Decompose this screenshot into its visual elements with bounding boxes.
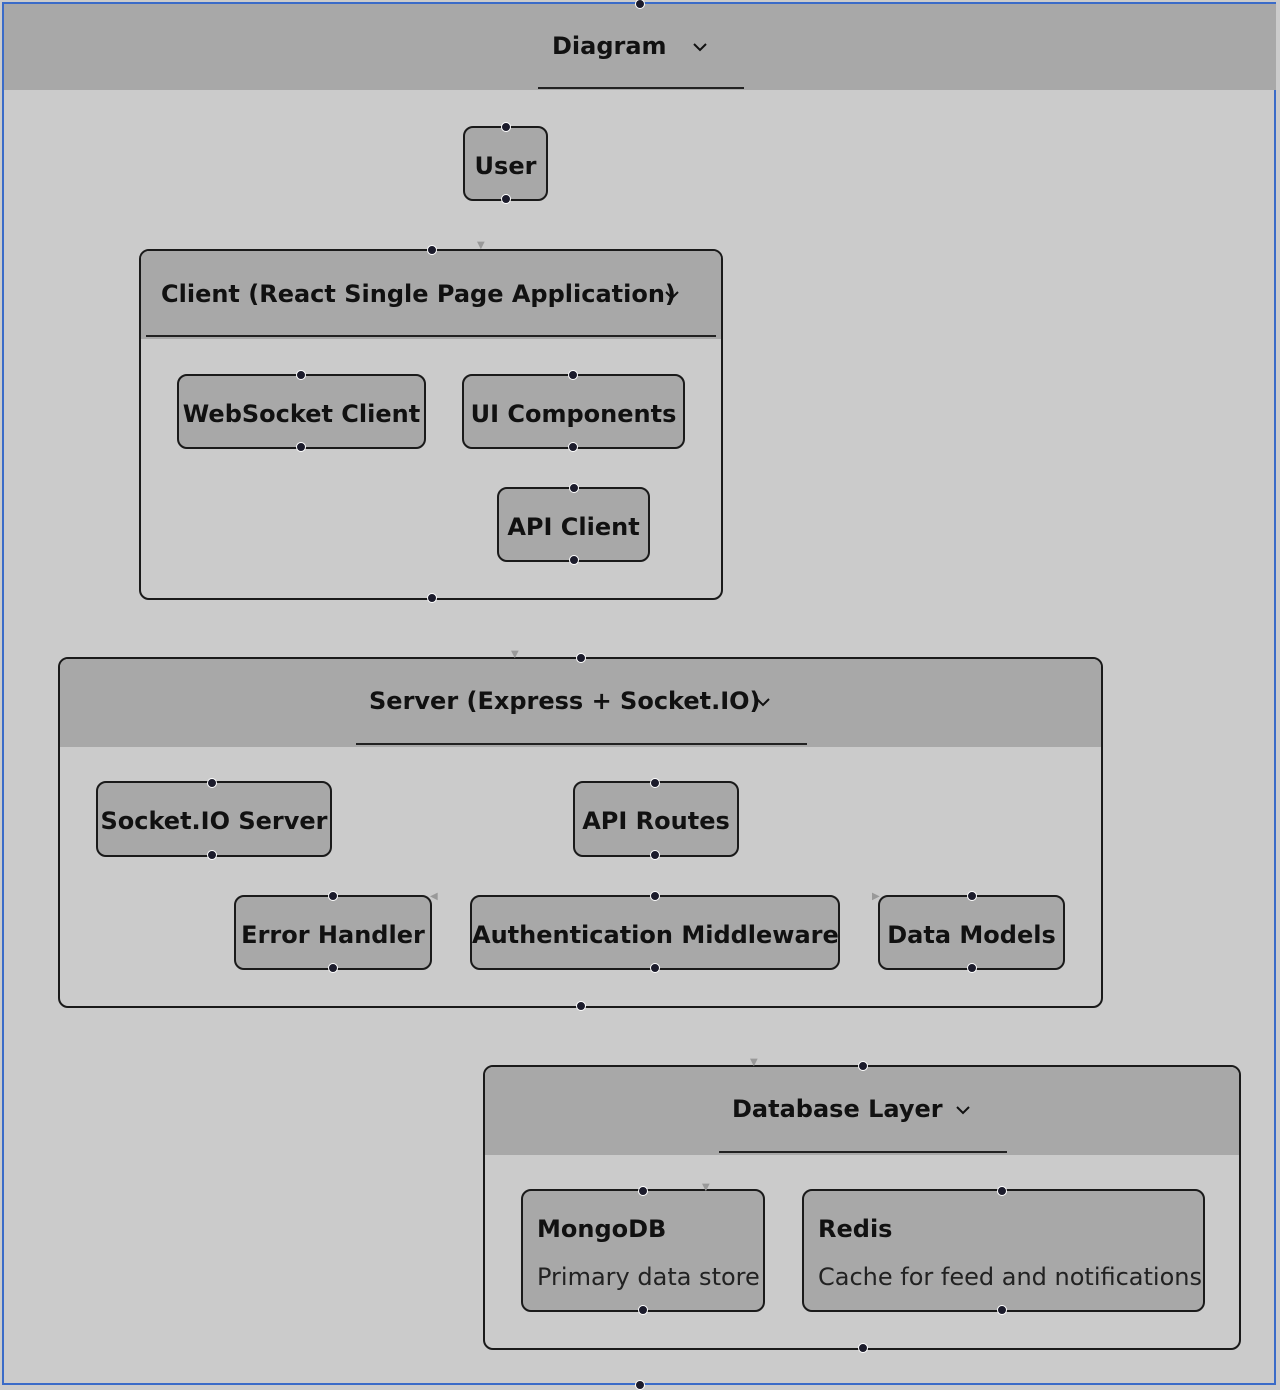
user-port-top[interactable]	[501, 122, 511, 132]
socketio-port-top[interactable]	[207, 778, 217, 788]
websocket-client-label: WebSocket Client	[182, 400, 421, 428]
routes-port-top[interactable]	[650, 778, 660, 788]
chevron-down-icon[interactable]	[953, 1100, 973, 1120]
socketio-server-label: Socket.IO Server	[100, 807, 328, 835]
ui-components-node[interactable]: UI Components	[462, 374, 685, 449]
server-port-bottom[interactable]	[576, 1001, 586, 1011]
authentication-middleware-label: Authentication Middleware	[472, 921, 839, 949]
redis-title: Redis	[818, 1215, 893, 1243]
chevron-down-icon[interactable]	[690, 37, 710, 57]
server-group-underline	[356, 743, 807, 745]
authentication-middleware-node[interactable]: Authentication Middleware	[470, 895, 840, 970]
database-group-title: Database Layer	[732, 1095, 943, 1123]
mongodb-port-bottom[interactable]	[638, 1305, 648, 1315]
api-client-port-bottom[interactable]	[569, 555, 579, 565]
arrowhead-fragment: ◀	[430, 891, 438, 902]
api-client-node[interactable]: API Client	[497, 487, 650, 562]
client-port-top[interactable]	[427, 245, 437, 255]
ui-port-bottom[interactable]	[568, 442, 578, 452]
chevron-down-icon[interactable]	[662, 285, 682, 305]
data-models-node[interactable]: Data Models	[878, 895, 1065, 970]
mongodb-description: Primary data store	[537, 1263, 760, 1291]
server-group-title: Server (Express + Socket.IO)	[369, 687, 761, 715]
api-client-label: API Client	[507, 513, 640, 541]
ui-components-label: UI Components	[470, 400, 677, 428]
socketio-server-node[interactable]: Socket.IO Server	[96, 781, 332, 857]
routes-port-bottom[interactable]	[650, 850, 660, 860]
api-routes-node[interactable]: API Routes	[573, 781, 739, 857]
websocket-client-node[interactable]: WebSocket Client	[177, 374, 426, 449]
diagram-title-underline	[538, 87, 744, 89]
error-handler-label: Error Handler	[241, 921, 425, 949]
server-port-top[interactable]	[576, 653, 586, 663]
mongodb-node[interactable]: MongoDB Primary data store	[521, 1189, 765, 1312]
user-port-bottom[interactable]	[501, 194, 511, 204]
websocket-port-top[interactable]	[296, 370, 306, 380]
chevron-down-icon[interactable]	[753, 692, 773, 712]
redis-port-top[interactable]	[997, 1186, 1007, 1196]
redis-node[interactable]: Redis Cache for feed and notifications	[802, 1189, 1205, 1312]
api-routes-label: API Routes	[582, 807, 730, 835]
error-port-top[interactable]	[328, 891, 338, 901]
arrowhead-fragment: ▼	[477, 240, 485, 251]
websocket-port-bottom[interactable]	[296, 442, 306, 452]
mongodb-port-top[interactable]	[638, 1186, 648, 1196]
diagram-canvas[interactable]: Diagram User Client (React Single Page A…	[0, 0, 1280, 1390]
data-models-label: Data Models	[887, 921, 1056, 949]
models-port-top[interactable]	[967, 891, 977, 901]
user-node[interactable]: User	[463, 126, 548, 201]
api-client-port-top[interactable]	[569, 483, 579, 493]
auth-port-top[interactable]	[650, 891, 660, 901]
database-port-bottom[interactable]	[858, 1343, 868, 1353]
mongodb-title: MongoDB	[537, 1215, 667, 1243]
user-node-label: User	[474, 152, 537, 180]
diagram-title: Diagram	[552, 32, 667, 60]
arrowhead-fragment: ▼	[750, 1057, 758, 1068]
error-port-bottom[interactable]	[328, 963, 338, 973]
socketio-port-bottom[interactable]	[207, 850, 217, 860]
redis-description: Cache for feed and notifications	[818, 1263, 1202, 1291]
auth-port-bottom[interactable]	[650, 963, 660, 973]
database-port-top[interactable]	[858, 1061, 868, 1071]
arrowhead-fragment: ▼	[702, 1182, 710, 1193]
client-port-bottom[interactable]	[427, 593, 437, 603]
ui-port-top[interactable]	[568, 370, 578, 380]
arrowhead-fragment: ▶	[872, 891, 880, 902]
arrowhead-fragment: ▼	[511, 649, 519, 660]
client-group-title: Client (React Single Page Application)	[161, 280, 676, 308]
error-handler-node[interactable]: Error Handler	[234, 895, 432, 970]
client-group-underline	[146, 335, 716, 337]
database-group-underline	[719, 1151, 1007, 1153]
models-port-bottom[interactable]	[967, 963, 977, 973]
redis-port-bottom[interactable]	[997, 1305, 1007, 1315]
